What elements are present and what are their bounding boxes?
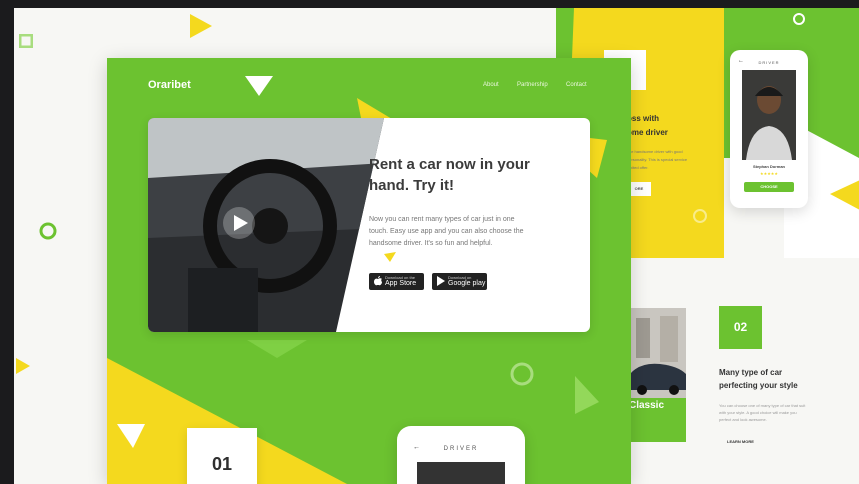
learn-more-link[interactable]: LEARN MORE	[727, 439, 754, 444]
deco-triangle-hero	[384, 252, 396, 262]
hero-title: Rent a car now in your hand. Try it!	[369, 154, 559, 196]
deco-square-green	[19, 34, 33, 48]
step-number-02: 02	[719, 306, 762, 349]
driver-photo	[742, 70, 796, 160]
classic-car-photo	[630, 308, 686, 398]
deco-ring-green	[39, 222, 57, 240]
hero-description: Now you can rent many types of car just …	[369, 214, 559, 250]
google-play-button[interactable]: Download on Google play	[432, 273, 487, 290]
right-desc-line1: ose handsome driver with good	[627, 149, 683, 154]
right-heading-line1: oss with	[627, 114, 660, 123]
play-icon[interactable]	[222, 206, 256, 240]
nav-contact[interactable]: Contact	[566, 82, 587, 88]
deco-triangle-yellow	[830, 180, 859, 210]
phone-mockup-bottom: ← DRIVER	[397, 426, 525, 484]
driver-name: Stephan Dorman	[752, 164, 785, 169]
hero-desc-line2: touch. Easy use app and you can also cho…	[369, 228, 524, 235]
car-desc-line1: You can choose one of many type of car t…	[719, 403, 806, 408]
car-heading-line2: perfecting your style	[719, 381, 798, 390]
step-card-01: 01	[187, 428, 257, 484]
design-canvas: oss with ome driver ose handsome driver …	[14, 8, 859, 484]
google-play-big: Google play	[448, 280, 486, 287]
app-store-big: App Store	[385, 280, 417, 287]
deco-ring-yellow	[693, 209, 707, 223]
landing-page-card: Oraribet About Partnership Contact Rent …	[107, 58, 631, 484]
phone-title: DRIVER	[758, 60, 780, 65]
phone-bottom-title: DRIVER	[443, 446, 479, 452]
phone-mockup-right: ← DRIVER Stephan Dorman ★★★★★ CHOOSE	[730, 50, 808, 208]
hero-title-line1: Rent a car now in your	[369, 156, 530, 173]
deco-triangle-yellow-left	[16, 358, 30, 374]
hero-card: Rent a car now in your hand. Try it! Now…	[148, 118, 590, 332]
hero-desc-line3: handsome driver. It's so fun and helpful…	[369, 240, 493, 247]
car-label: Classic	[629, 400, 665, 411]
deco-ring-white	[793, 13, 805, 25]
hero-title-line2: hand. Try it!	[369, 177, 455, 194]
apple-icon	[374, 276, 382, 286]
hero-desc-line1: Now you can rent many types of car just …	[369, 216, 515, 223]
car-desc-line3: perfect and look awesome.	[719, 417, 767, 422]
screenshot-stage: oss with ome driver ose handsome driver …	[0, 0, 859, 484]
car-desc-line2: with your style. A good choice will make…	[719, 410, 797, 415]
brand-logo[interactable]: Oraribet	[148, 79, 191, 91]
nav-about[interactable]: About	[483, 82, 499, 88]
app-store-button[interactable]: Download on the App Store	[369, 273, 424, 290]
driver-rating-stars: ★★★★★	[760, 171, 778, 176]
choose-driver-button[interactable]: CHOOSE	[744, 182, 794, 192]
right-desc-line2: personality. This is special service	[627, 157, 688, 162]
deco-triangle-yellow-top	[190, 14, 212, 38]
google-play-icon	[437, 276, 445, 286]
nav-partnership[interactable]: Partnership	[517, 82, 548, 88]
car-interior-photo	[148, 118, 384, 332]
car-heading-line1: Many type of car	[719, 368, 783, 377]
step-number-01: 01	[211, 454, 233, 474]
driver-photo-bottom	[417, 462, 505, 484]
right-heading-line2: ome driver	[627, 128, 668, 137]
